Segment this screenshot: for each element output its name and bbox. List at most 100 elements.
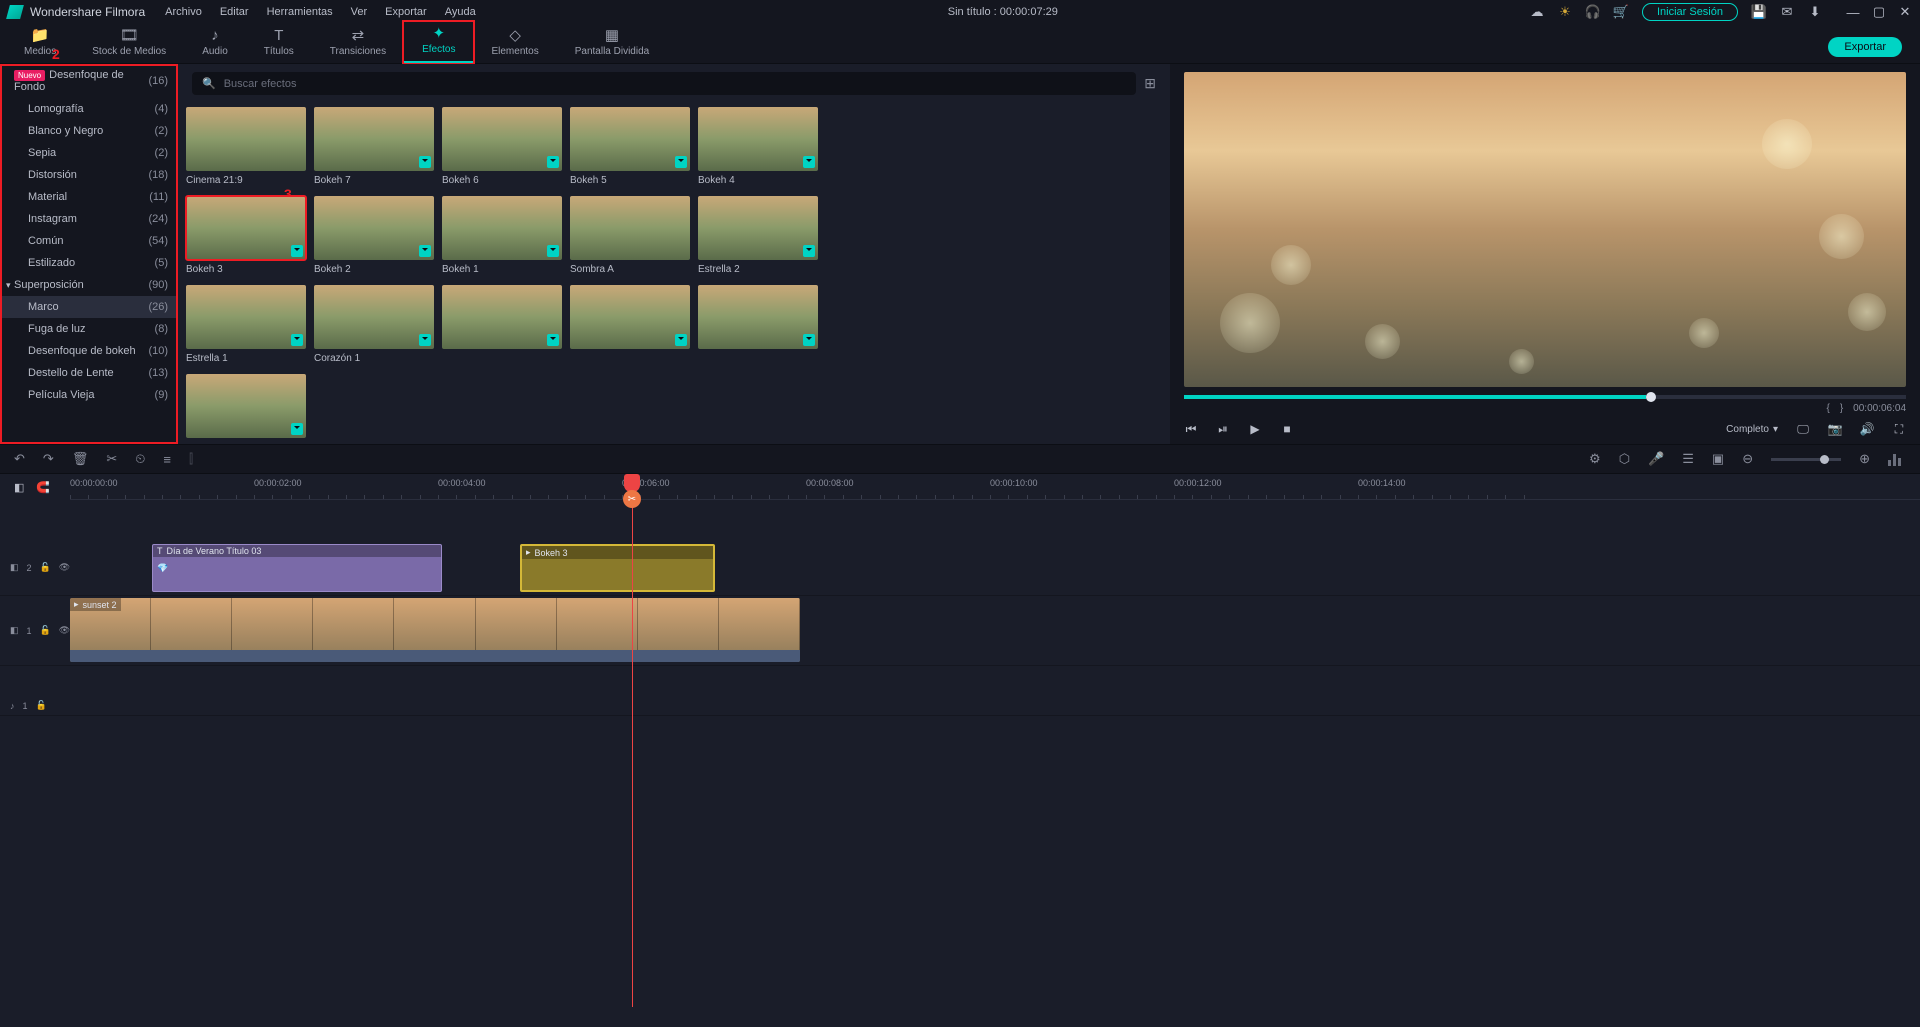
- menu-help[interactable]: Ayuda: [445, 6, 476, 18]
- effect-thumbnail[interactable]: [314, 196, 434, 260]
- download-badge-icon[interactable]: [419, 156, 431, 168]
- play-pause-icon[interactable]: ⏯: [1216, 422, 1230, 436]
- effect-item[interactable]: [570, 285, 690, 364]
- volume-icon[interactable]: 🔊: [1860, 422, 1874, 436]
- export-button[interactable]: Exportar: [1828, 37, 1902, 57]
- download-badge-icon[interactable]: [803, 245, 815, 257]
- effect-thumbnail[interactable]: [442, 196, 562, 260]
- download-badge-icon[interactable]: [803, 156, 815, 168]
- effect-thumbnail[interactable]: [698, 107, 818, 171]
- effect-item[interactable]: Bokeh 1: [442, 196, 562, 275]
- menu-file[interactable]: Archivo: [165, 6, 202, 18]
- category-item[interactable]: Común(54): [0, 230, 178, 252]
- effect-thumbnail[interactable]: [570, 285, 690, 349]
- download-badge-icon[interactable]: [291, 423, 303, 435]
- lock-icon[interactable]: 🔓: [40, 562, 51, 573]
- effect-item[interactable]: [442, 285, 562, 364]
- effect-item[interactable]: Bokeh 3: [186, 196, 306, 275]
- adjust-icon[interactable]: ≡: [163, 452, 171, 467]
- menu-tools[interactable]: Herramientas: [267, 6, 333, 18]
- effect-item[interactable]: Bokeh 7: [314, 107, 434, 186]
- effect-thumbnail[interactable]: [314, 107, 434, 171]
- save-icon[interactable]: 💾: [1752, 5, 1766, 19]
- effect-item[interactable]: Estrella 2: [698, 196, 818, 275]
- category-item[interactable]: Fuga de luz(8): [0, 318, 178, 340]
- visibility-icon[interactable]: 👁: [59, 562, 70, 573]
- download-badge-icon[interactable]: [291, 334, 303, 346]
- tab-elements[interactable]: ◇Elementos: [473, 24, 556, 63]
- render-icon[interactable]: ⚙: [1589, 451, 1601, 467]
- category-item[interactable]: Estilizado(5): [0, 252, 178, 274]
- speed-icon[interactable]: ⏲: [135, 451, 145, 467]
- effect-item[interactable]: Sombra A: [570, 196, 690, 275]
- headphones-icon[interactable]: 🎧: [1586, 5, 1600, 19]
- snapshot-icon[interactable]: 📷: [1828, 422, 1842, 436]
- effect-thumbnail[interactable]: [442, 107, 562, 171]
- tab-effects[interactable]: ✦Efectos: [404, 22, 473, 63]
- effect-thumbnail[interactable]: [186, 285, 306, 349]
- stop-icon[interactable]: ■: [1280, 422, 1294, 436]
- track-manage-icon[interactable]: ◧: [14, 481, 24, 494]
- undo-icon[interactable]: ↶: [14, 451, 25, 467]
- category-item[interactable]: Instagram(24): [0, 208, 178, 230]
- effect-item[interactable]: Bokeh 5: [570, 107, 690, 186]
- zoom-handle[interactable]: [1820, 455, 1829, 464]
- voice-icon[interactable]: 🎤: [1648, 451, 1664, 467]
- effect-thumbnail[interactable]: [314, 285, 434, 349]
- effect-thumbnail[interactable]: [698, 285, 818, 349]
- snap-icon[interactable]: 🧲: [36, 481, 50, 494]
- download-badge-icon[interactable]: [419, 245, 431, 257]
- scrubber-handle[interactable]: [1646, 392, 1656, 402]
- effect-item[interactable]: [186, 374, 306, 442]
- delete-icon[interactable]: 🗑: [72, 451, 89, 467]
- search-input[interactable]: 🔍 Buscar efectos: [192, 72, 1136, 95]
- tab-media[interactable]: 📁Medios: [6, 24, 74, 63]
- effect-item[interactable]: Bokeh 2: [314, 196, 434, 275]
- category-item[interactable]: Material(11): [0, 186, 178, 208]
- effect-item[interactable]: Cinema 21:9: [186, 107, 306, 186]
- preview-scrubber[interactable]: [1184, 395, 1906, 399]
- clip-effect[interactable]: ▸Bokeh 3: [520, 544, 715, 592]
- download-badge-icon[interactable]: [547, 156, 559, 168]
- download-badge-icon[interactable]: [547, 334, 559, 346]
- effect-thumbnail[interactable]: [186, 196, 306, 260]
- effect-thumbnail[interactable]: [442, 285, 562, 349]
- menu-view[interactable]: Ver: [351, 6, 368, 18]
- effect-thumbnail[interactable]: [698, 196, 818, 260]
- playhead[interactable]: ✂: [632, 474, 633, 1007]
- download-badge-icon[interactable]: [291, 245, 303, 257]
- category-item[interactable]: Destello de Lente(13): [0, 362, 178, 384]
- cut-icon[interactable]: ✂: [106, 451, 117, 467]
- effect-thumbnail[interactable]: [570, 196, 690, 260]
- preview-canvas[interactable]: [1184, 72, 1906, 387]
- cart-icon[interactable]: 🛒: [1614, 5, 1628, 19]
- category-item[interactable]: Marco(26): [0, 296, 178, 318]
- cloud-icon[interactable]: ☁: [1530, 5, 1544, 19]
- download-badge-icon[interactable]: [419, 334, 431, 346]
- sun-icon[interactable]: ☀: [1558, 5, 1572, 19]
- split-tool-icon[interactable]: ✂: [623, 490, 641, 508]
- audio-icon[interactable]: ⫿: [189, 451, 193, 467]
- category-item[interactable]: Desenfoque de bokeh(10): [0, 340, 178, 362]
- download-icon[interactable]: ⬇: [1808, 5, 1822, 19]
- category-item[interactable]: Sepia(2): [0, 142, 178, 164]
- effect-thumbnail[interactable]: [570, 107, 690, 171]
- minimize-icon[interactable]: —: [1846, 5, 1860, 19]
- menu-export[interactable]: Exportar: [385, 6, 427, 18]
- lock-icon[interactable]: 🔓: [36, 700, 47, 711]
- zoom-slider[interactable]: [1771, 458, 1841, 461]
- grid-view-icon[interactable]: ⊞: [1144, 75, 1156, 92]
- fullscreen-icon[interactable]: ⛶: [1892, 422, 1906, 436]
- close-icon[interactable]: ✕: [1898, 5, 1912, 19]
- category-item[interactable]: ▾Superposición(90): [0, 274, 178, 296]
- zoom-in-icon[interactable]: ⊕: [1859, 451, 1870, 467]
- quality-dropdown[interactable]: Completo▾: [1726, 424, 1778, 435]
- marker-in-icon[interactable]: {: [1826, 403, 1829, 414]
- redo-icon[interactable]: ↷: [43, 451, 54, 467]
- clip-title[interactable]: TDía de Verano Título 03 💎: [152, 544, 442, 592]
- tab-transitions[interactable]: ⇄Transiciones: [312, 24, 404, 63]
- effect-item[interactable]: Corazón 1: [314, 285, 434, 364]
- lock-icon[interactable]: 🔓: [40, 625, 51, 636]
- marker-out-icon[interactable]: }: [1840, 403, 1843, 414]
- marker-icon[interactable]: ⬡: [1619, 451, 1630, 467]
